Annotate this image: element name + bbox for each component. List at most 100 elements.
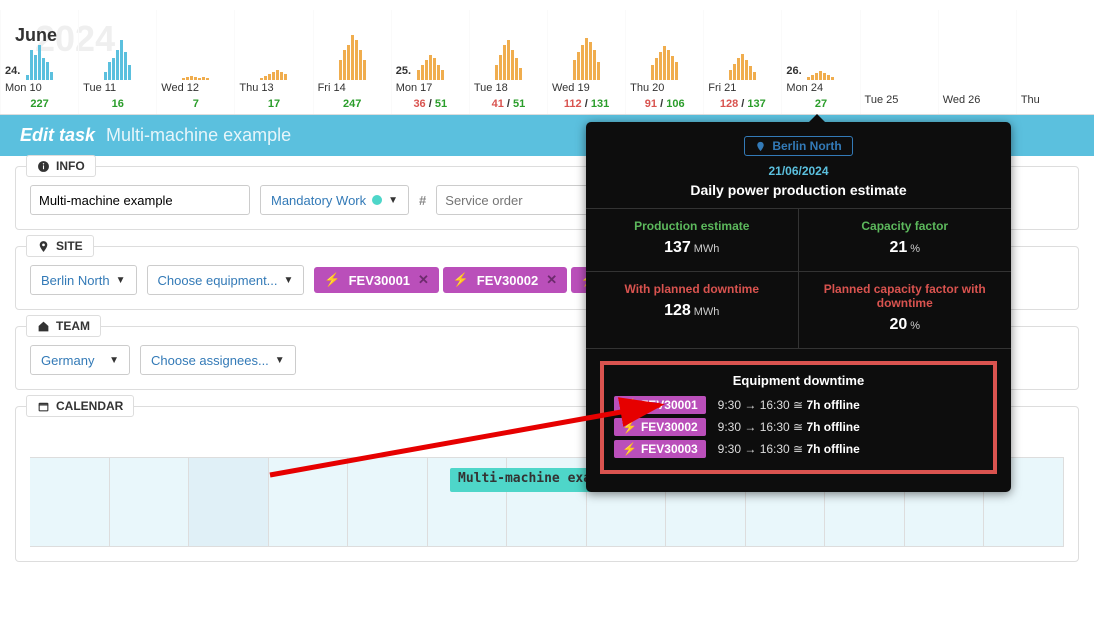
day-footer: 27 <box>782 96 859 114</box>
day-footer: 7 <box>157 96 234 114</box>
downtime-row: ⚡FEV30003 9:30 → 16:30 ≅ 7h offline <box>614 440 983 458</box>
calendar-col[interactable] <box>348 458 428 546</box>
calendar-col[interactable] <box>30 458 110 546</box>
site-select[interactable]: Berlin North ▼ <box>30 265 137 295</box>
calendar-col[interactable] <box>269 458 349 546</box>
downtime-equipment-tag: ⚡FEV30002 <box>614 418 706 436</box>
tooltip-cell-value: 137MWh <box>594 239 790 257</box>
tooltip-cell-label: Production estimate <box>594 219 790 233</box>
day-footer: 16 <box>79 96 156 114</box>
tooltip-location-chip: Berlin North <box>744 136 852 156</box>
caret-down-icon: ▼ <box>275 355 285 366</box>
chart-day[interactable]: Fri 14247 <box>313 10 391 114</box>
day-label: Wed 26 <box>939 92 1016 108</box>
work-type-select[interactable]: Mandatory Work ▼ <box>260 185 409 215</box>
site-legend: SITE <box>26 235 94 257</box>
chart-day[interactable]: 25.Mon 1736 / 51 <box>391 10 469 114</box>
day-footer: 41 / 51 <box>470 96 547 114</box>
day-label: Tue 11 <box>79 80 156 96</box>
chart-day[interactable]: 26.Mon 2427 <box>781 10 859 114</box>
chart-day[interactable]: Fri 21128 / 137 <box>703 10 781 114</box>
tooltip-title: Daily power production estimate <box>586 178 1011 208</box>
choose-equipment-select[interactable]: Choose equipment... ▼ <box>147 265 305 295</box>
site-legend-text: SITE <box>56 239 83 253</box>
chart-day[interactable]: Thu 1317 <box>234 10 312 114</box>
team-legend-text: TEAM <box>56 319 90 333</box>
hash-label: # <box>419 193 426 208</box>
info-icon <box>37 160 50 173</box>
equipment-tag[interactable]: ⚡ FEV30001 ✕ <box>314 267 439 293</box>
calendar-legend-text: CALENDAR <box>56 399 123 413</box>
day-label: Mon 17 <box>392 80 469 96</box>
equipment-tag[interactable]: ⚡ FEV30002 ✕ <box>443 267 568 293</box>
chart-day[interactable]: 24.Mon 10227 <box>0 10 78 114</box>
calendar-icon <box>37 400 50 413</box>
downtime-times: 9:30 → 16:30 ≅ 7h offline <box>718 420 860 434</box>
day-label: Wed 19 <box>548 80 625 96</box>
tooltip-cell: Planned capacity factor with downtime20% <box>799 272 1012 349</box>
chart-day[interactable]: Thu <box>1016 10 1094 114</box>
tooltip-cell-value: 128MWh <box>594 302 790 320</box>
day-label: Mon 24 <box>782 80 859 96</box>
bolt-icon: ⚡ <box>622 398 637 412</box>
choose-assignees-select[interactable]: Choose assignees... ▼ <box>140 345 296 375</box>
bolt-icon: ⚡ <box>324 272 340 288</box>
calendar-col[interactable] <box>110 458 190 546</box>
chart-day[interactable]: Thu 2091 / 106 <box>625 10 703 114</box>
bolt-icon: ⚡ <box>622 420 637 434</box>
timeline-chart[interactable]: 2024 June 24.Mon 10227Tue 1116Wed 127Thu… <box>0 0 1094 115</box>
work-type-color-dot <box>372 195 382 205</box>
team-legend: TEAM <box>26 315 101 337</box>
chart-day[interactable]: Tue 25 <box>860 10 938 114</box>
tooltip-cell: Capacity factor21% <box>799 209 1012 272</box>
chart-day[interactable]: Wed 19112 / 131 <box>547 10 625 114</box>
country-label: Germany <box>41 353 94 368</box>
day-footer: 17 <box>235 96 312 114</box>
remove-tag-icon[interactable]: ✕ <box>546 272 557 288</box>
calendar-legend: CALENDAR <box>26 395 134 417</box>
tooltip-cell: Production estimate 137MWh <box>586 209 799 272</box>
day-label: Thu <box>1017 92 1094 108</box>
bolt-icon: ⚡ <box>453 272 469 288</box>
day-label: Thu 13 <box>235 80 312 96</box>
downtime-row: ⚡FEV300019:30 → 16:30 ≅ 7h offline <box>614 396 983 414</box>
downtime-equipment-tag: ⚡FEV30003 <box>614 440 706 458</box>
equipment-tag-label: FEV30001 <box>349 273 410 288</box>
work-type-label: Mandatory Work <box>271 193 366 208</box>
calendar-col[interactable] <box>189 458 269 546</box>
chart-day[interactable]: Tue 1116 <box>78 10 156 114</box>
day-footer: 247 <box>314 96 391 114</box>
production-tooltip: Berlin North 21/06/2024 Daily power prod… <box>586 122 1011 492</box>
day-footer <box>861 108 938 114</box>
country-select[interactable]: Germany ▼ <box>30 345 130 375</box>
day-footer: 112 / 131 <box>548 96 625 114</box>
remove-tag-icon[interactable]: ✕ <box>418 272 429 288</box>
day-label: Fri 14 <box>314 80 391 96</box>
choose-assignees-label: Choose assignees... <box>151 353 269 368</box>
day-footer <box>939 108 1016 114</box>
task-name-input[interactable] <box>30 185 250 215</box>
day-footer <box>1017 108 1094 114</box>
header-title: Edit task <box>20 125 95 145</box>
tooltip-cell-label: With planned downtime <box>594 282 790 296</box>
info-legend-text: INFO <box>56 159 85 173</box>
caret-down-icon: ▼ <box>116 275 126 286</box>
downtime-times: 9:30 → 16:30 ≅ 7h offline <box>718 442 860 456</box>
day-footer: 128 / 137 <box>704 96 781 114</box>
pin-icon <box>37 240 50 253</box>
caret-down-icon: ▼ <box>284 275 294 286</box>
day-label: Mon 10 <box>1 80 78 96</box>
site-name-label: Berlin North <box>41 273 110 288</box>
day-label: Wed 12 <box>157 80 234 96</box>
day-footer: 36 / 51 <box>392 96 469 114</box>
equipment-tag-label: FEV30002 <box>477 273 538 288</box>
tooltip-date: 21/06/2024 <box>586 164 1011 178</box>
tooltip-location-text: Berlin North <box>772 139 841 153</box>
caret-down-icon: ▼ <box>388 195 398 206</box>
downtime-title: Equipment downtime <box>614 373 983 388</box>
chart-day[interactable]: Tue 1841 / 51 <box>469 10 547 114</box>
chart-day[interactable]: Wed 26 <box>938 10 1016 114</box>
equipment-downtime-box: Equipment downtime ⚡FEV300019:30 → 16:30… <box>600 361 997 474</box>
tooltip-cell-value: 21% <box>807 239 1004 257</box>
chart-day[interactable]: Wed 127 <box>156 10 234 114</box>
